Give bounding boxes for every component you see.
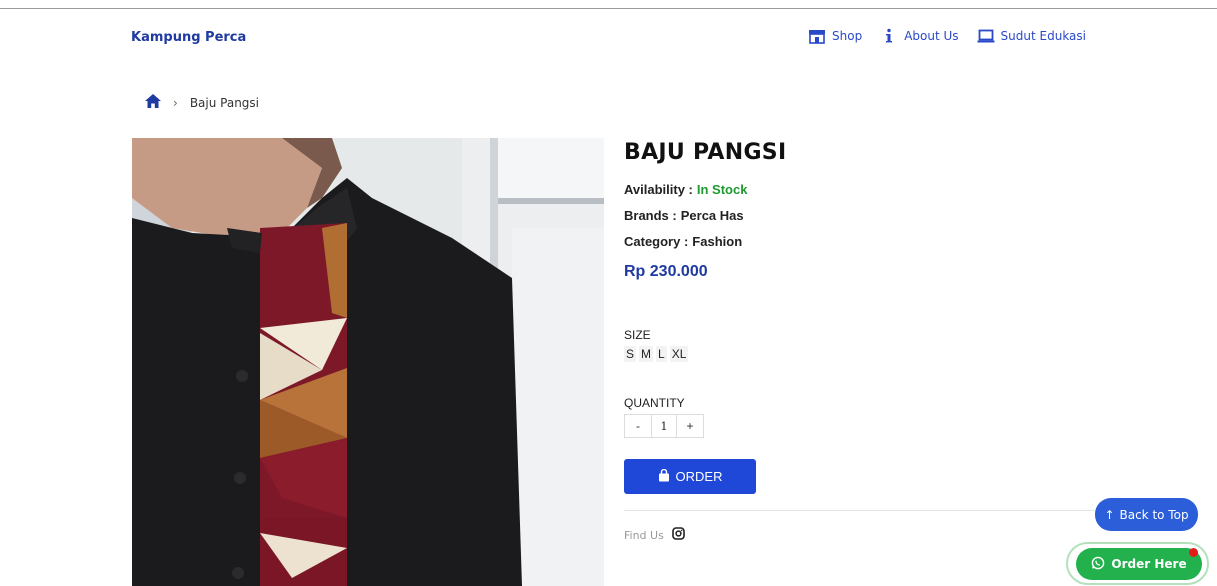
availability-label: Avilability : — [624, 182, 693, 197]
notification-dot — [1189, 548, 1198, 557]
availability-row: Avilability : In Stock — [624, 177, 1094, 203]
nav-item-about-us[interactable]: About Us — [880, 28, 959, 44]
top-divider — [0, 8, 1217, 9]
chevron-right-icon: › — [173, 95, 178, 110]
back-to-top-label: Back to Top — [1119, 507, 1189, 522]
product-price: Rp 230.000 — [624, 263, 708, 280]
order-here-button[interactable]: Order Here — [1076, 548, 1202, 580]
laptop-icon — [977, 28, 995, 44]
quantity-decrement-button[interactable]: - — [625, 415, 651, 437]
size-options: S M L XL — [624, 346, 689, 362]
home-icon[interactable] — [145, 94, 161, 111]
nav-item-sudut-edukasi[interactable]: Sudut Edukasi — [977, 28, 1086, 44]
order-button[interactable]: ORDER — [624, 459, 756, 494]
divider — [624, 510, 1094, 511]
whatsapp-icon — [1091, 556, 1105, 573]
store-icon — [808, 28, 826, 44]
quantity-increment-button[interactable]: + — [677, 415, 703, 437]
breadcrumb: › Baju Pangsi — [145, 94, 259, 111]
back-to-top-button[interactable]: ↑ Back to Top — [1095, 498, 1198, 531]
brand-logo-link[interactable]: Kampung Perca — [131, 30, 246, 45]
nav-label-about-us: About Us — [904, 29, 959, 43]
size-option-xl[interactable]: XL — [669, 346, 689, 362]
category-value: Fashion — [692, 234, 743, 249]
product-meta: Avilability : In Stock Brands : Perca Has … — [624, 177, 1094, 255]
instagram-icon[interactable] — [672, 527, 685, 543]
nav-label-sudut-edukasi: Sudut Edukasi — [1000, 29, 1086, 43]
size-label: SIZE — [624, 328, 651, 342]
brands-value: Perca Has — [680, 208, 744, 223]
quantity-stepper: - 1 + — [624, 414, 704, 438]
nav-label-shop: Shop — [832, 29, 863, 43]
brands-label: Brands : — [624, 208, 677, 223]
size-option-s[interactable]: S — [624, 346, 637, 362]
category-row: Category : Fashion — [624, 229, 1094, 255]
order-here-label: Order Here — [1111, 557, 1187, 571]
product-title: BAJU PANGSI — [624, 140, 787, 165]
order-button-label: ORDER — [675, 469, 723, 484]
info-icon — [880, 28, 898, 44]
product-info: BAJU PANGSI Avilability : In Stock Brands… — [624, 140, 1094, 542]
find-us-label: Find Us — [624, 528, 664, 542]
find-us: Find Us — [624, 527, 685, 543]
breadcrumb-current: Baju Pangsi — [189, 95, 260, 110]
size-option-l[interactable]: L — [656, 346, 667, 362]
availability-value: In Stock — [696, 182, 748, 197]
quantity-value[interactable]: 1 — [651, 415, 677, 437]
size-option-m[interactable]: M — [639, 346, 654, 362]
arrow-up-icon: ↑ — [1104, 507, 1115, 522]
brands-row: Brands : Perca Has — [624, 203, 1094, 229]
shopping-bag-icon — [658, 468, 670, 485]
category-label: Category : — [624, 234, 689, 249]
main-nav: Shop About Us Sudut Edukasi — [808, 28, 1086, 44]
nav-item-shop[interactable]: Shop — [808, 28, 862, 44]
quantity-label: QUANTITY — [624, 396, 685, 410]
product-image — [132, 138, 604, 586]
